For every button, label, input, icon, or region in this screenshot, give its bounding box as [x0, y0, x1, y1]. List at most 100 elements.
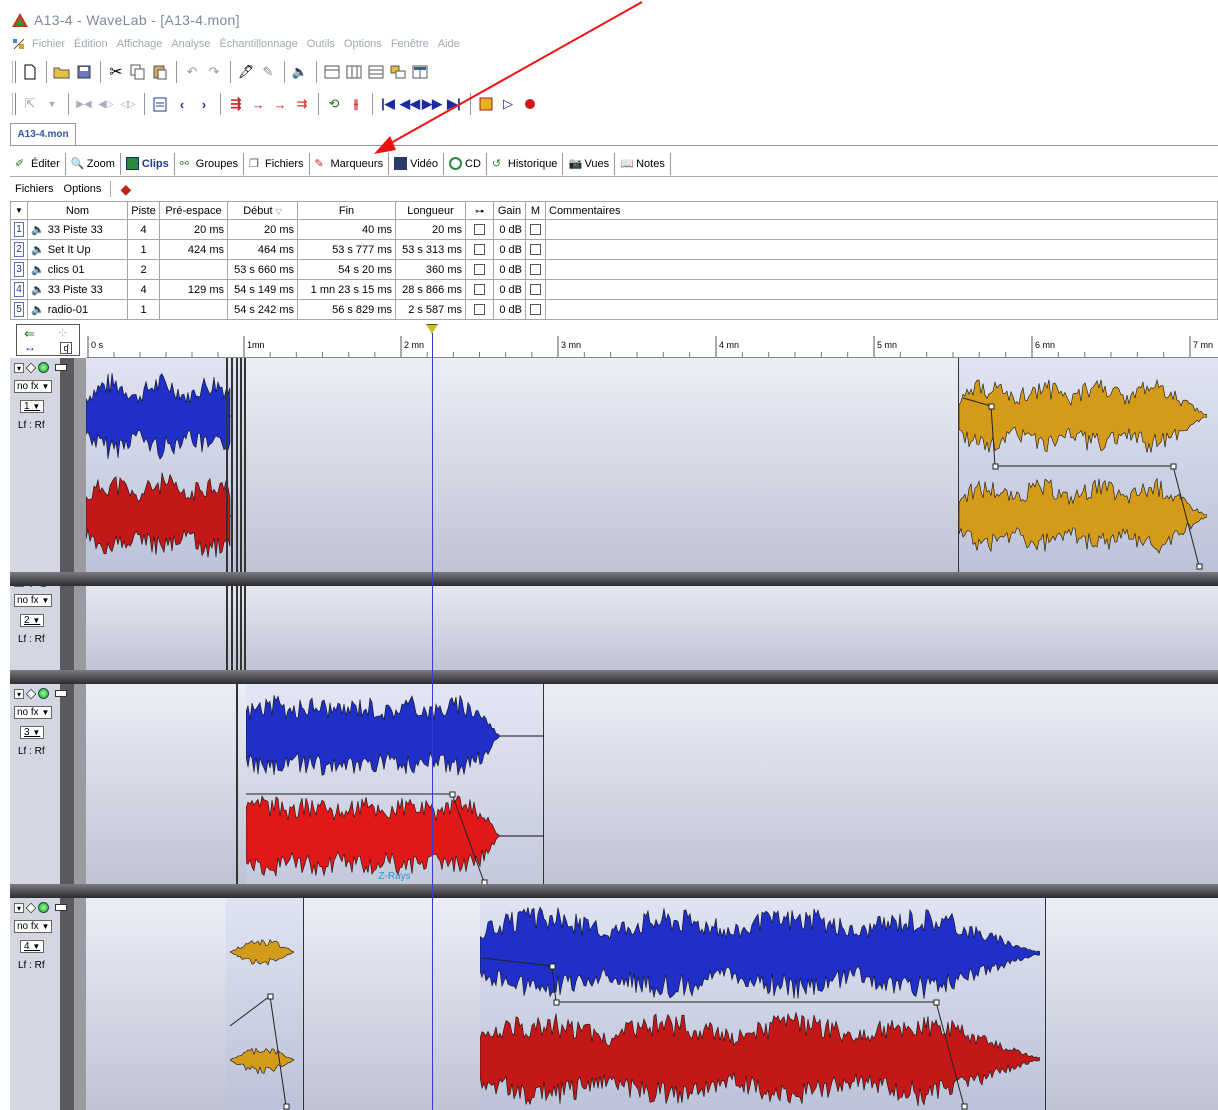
row-number[interactable]: 4 [10, 279, 28, 300]
document-tab[interactable]: A13-4.mon [10, 123, 76, 145]
cell-mute[interactable] [525, 239, 546, 260]
cell-end[interactable]: 54 s 20 ms [297, 259, 396, 280]
solo-diamond-icon[interactable] [25, 902, 37, 913]
col-header-debut[interactable]: Début ▽ [227, 201, 298, 220]
menu-echantillonnage[interactable]: Échantillonnage [219, 38, 297, 50]
cell-start[interactable]: 464 ms [227, 239, 298, 260]
volume-envelope[interactable] [959, 358, 1218, 572]
marker-next-icon[interactable]: ◀▷ [96, 94, 116, 114]
row-number[interactable]: 5 [10, 299, 28, 320]
cell-length[interactable]: 20 ms [395, 219, 466, 240]
menu-outils[interactable]: Outils [307, 38, 335, 50]
cell-track[interactable]: 4 [127, 279, 160, 300]
cell-gain[interactable]: 0 dB [493, 279, 526, 300]
lock-checkbox[interactable] [474, 224, 485, 236]
copy-icon[interactable] [128, 62, 148, 82]
cell-name[interactable]: 🔈 33 Piste 33 [27, 279, 128, 300]
sort-menu-icon[interactable]: ▼ [10, 201, 28, 220]
toolbar-grip[interactable] [12, 61, 16, 83]
tab-clips[interactable]: Clips [121, 152, 175, 175]
toolbar-grip[interactable] [12, 93, 16, 115]
track-menu-icon[interactable]: ▾ [14, 688, 24, 699]
col-header-commentaires[interactable]: Commentaires [545, 201, 1218, 220]
dropdown-arrow-icon[interactable]: ▼ [42, 94, 62, 114]
next-icon[interactable]: › [194, 94, 214, 114]
marker-arrow-2-icon[interactable]: → [270, 94, 290, 114]
col-header-gain[interactable]: Gain [493, 201, 526, 220]
cell-lock[interactable] [465, 219, 494, 240]
mute-checkbox[interactable] [530, 244, 541, 256]
clipboard-icon[interactable] [150, 94, 170, 114]
cell-gain[interactable]: 0 dB [493, 259, 526, 280]
table-row[interactable]: 2 🔈 Set It Up 1 424 ms 464 ms 53 s 777 ms 53 s… [10, 239, 1218, 260]
track-number-dropdown[interactable]: 4 ▼ [20, 940, 45, 953]
cell-start[interactable]: 54 s 149 ms [227, 279, 298, 300]
table-row[interactable]: 5 🔈 radio-01 1 54 s 242 ms 56 s 829 ms 2 s 58… [10, 299, 1218, 320]
open-folder-icon[interactable] [52, 62, 72, 82]
track-menu-icon[interactable]: ▾ [14, 362, 24, 373]
track-io-label[interactable]: Lf : Rf [18, 960, 45, 971]
track-menu-icon[interactable]: ▾ [14, 902, 24, 913]
marker-loop-icon[interactable]: ◁▷ [118, 94, 138, 114]
col-header-longueur[interactable]: Longueur [395, 201, 466, 220]
menu-fichier[interactable]: Fichier [32, 38, 65, 50]
solo-diamond-icon[interactable] [25, 362, 37, 373]
lock-checkbox[interactable] [474, 304, 485, 316]
cut-icon[interactable]: ✂ [106, 62, 126, 82]
eraser-icon[interactable]: ◆ [120, 181, 131, 198]
cell-mute[interactable] [525, 259, 546, 280]
track-io-label[interactable]: Lf : Rf [18, 634, 45, 645]
cell-comment[interactable] [545, 239, 1218, 260]
clip-track1-end[interactable] [958, 358, 1218, 572]
cell-start[interactable]: 53 s 660 ms [227, 259, 298, 280]
cell-lock[interactable] [465, 259, 494, 280]
cell-lock[interactable] [465, 239, 494, 260]
mute-led-icon[interactable] [38, 362, 49, 373]
row-number[interactable]: 2 [10, 239, 28, 260]
clip-33-piste-33-b[interactable] [480, 898, 1046, 1110]
cell-start[interactable]: 54 s 242 ms [227, 299, 298, 320]
insert-marker-icon[interactable]: ⇶ [226, 94, 246, 114]
track-number-dropdown[interactable]: 3 ▼ [20, 726, 45, 739]
track-link-icon[interactable] [55, 904, 67, 911]
fx-dropdown[interactable]: no fx ▼ [14, 380, 53, 393]
fx-dropdown[interactable]: no fx ▼ [14, 920, 53, 933]
marker-prev-icon[interactable]: ▶◀ [74, 94, 94, 114]
table-row[interactable]: 4 🔈 33 Piste 33 4 129 ms 54 s 149 ms 1 mn 23 … [10, 279, 1218, 300]
track-io-label[interactable]: Lf : Rf [18, 420, 45, 431]
mute-checkbox[interactable] [530, 284, 541, 296]
layout-1-icon[interactable] [322, 62, 342, 82]
track-io-label[interactable]: Lf : Rf [18, 746, 45, 757]
col-header-fin[interactable]: Fin [297, 201, 396, 220]
cell-pre-space[interactable] [159, 259, 228, 280]
col-header-mute[interactable]: M [525, 201, 546, 220]
solo-diamond-icon[interactable] [25, 688, 37, 699]
clip-33-piste-33[interactable] [226, 898, 304, 1110]
track-link-icon[interactable] [55, 690, 67, 697]
tool-pencil-icon[interactable]: ✎ [258, 62, 278, 82]
row-number[interactable]: 3 [10, 259, 28, 280]
cell-pre-space[interactable]: 129 ms [159, 279, 228, 300]
cell-lock[interactable] [465, 299, 494, 320]
cell-mute[interactable] [525, 219, 546, 240]
submenu-fichiers[interactable]: Fichiers [15, 183, 54, 195]
new-file-icon[interactable] [20, 62, 40, 82]
cell-length[interactable]: 53 s 313 ms [395, 239, 466, 260]
save-icon[interactable] [74, 62, 94, 82]
cell-comment[interactable] [545, 279, 1218, 300]
cell-length[interactable]: 28 s 866 ms [395, 279, 466, 300]
cell-end[interactable]: 40 ms [297, 219, 396, 240]
mute-checkbox[interactable] [530, 304, 541, 316]
cell-track[interactable]: 2 [127, 259, 160, 280]
cell-comment[interactable] [545, 299, 1218, 320]
cell-length[interactable]: 360 ms [395, 259, 466, 280]
redo-icon[interactable]: ↷ [204, 62, 224, 82]
track-lane[interactable] [86, 898, 1218, 1110]
volume-envelope[interactable] [480, 898, 1046, 1110]
cell-lock[interactable] [465, 279, 494, 300]
volume-envelope[interactable] [226, 898, 304, 1110]
magnify-icon[interactable]: ʠ [60, 342, 72, 354]
cell-pre-space[interactable] [159, 299, 228, 320]
cell-name[interactable]: 🔈 Set It Up [27, 239, 128, 260]
volume-envelope[interactable] [246, 684, 544, 884]
